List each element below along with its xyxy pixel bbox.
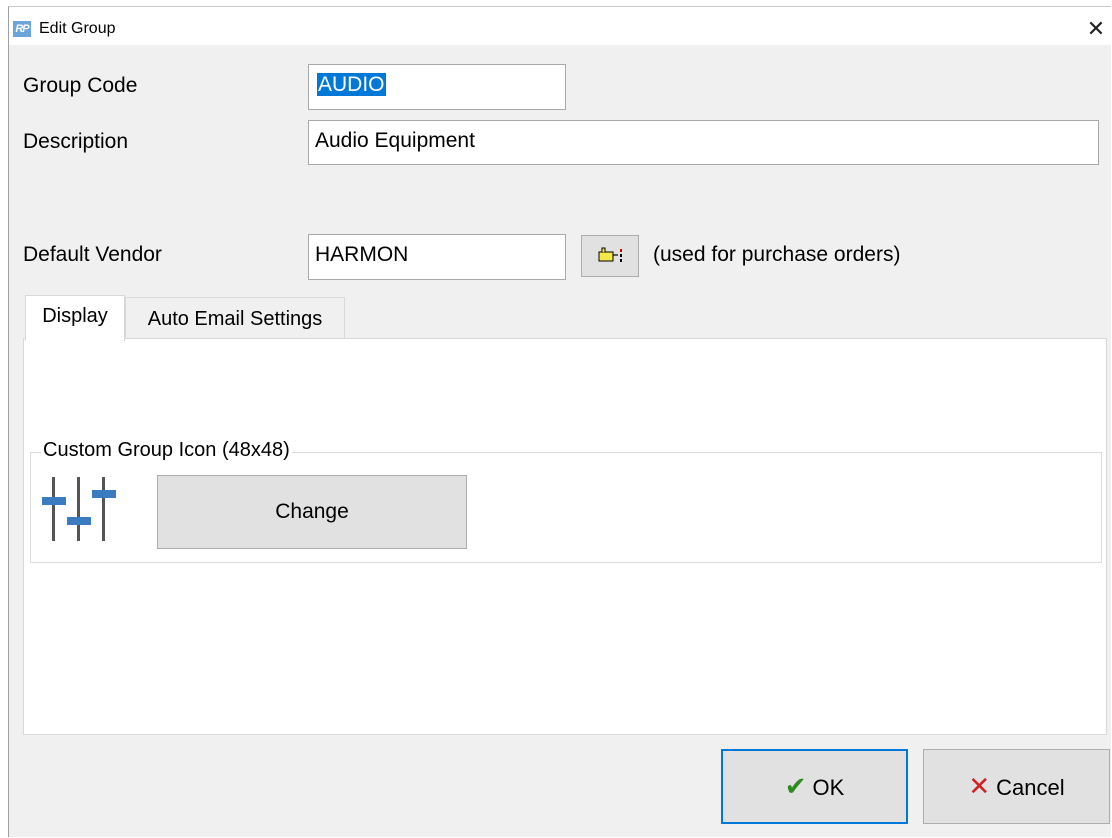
tab-display[interactable]: Display	[25, 295, 125, 341]
close-icon: ✕	[1086, 16, 1106, 41]
groupbox-label: Custom Group Icon (48x48)	[41, 439, 292, 462]
tab-auto-email-settings[interactable]: Auto Email Settings	[125, 297, 345, 339]
edit-group-dialog: RP Edit Group ✕ Group Code AUDIO Descrip…	[8, 6, 1111, 837]
default-vendor-label: Default Vendor	[23, 243, 162, 266]
hand-pointer-icon	[598, 247, 622, 262]
custom-group-icon-groupbox: Custom Group Icon (48x48) Change	[30, 439, 1102, 563]
sliders-icon	[42, 477, 116, 541]
app-logo-icon: RP	[13, 21, 31, 37]
checkmark-icon: ✔	[784, 771, 807, 801]
description-label: Description	[23, 130, 129, 153]
group-code-value: AUDIO	[317, 73, 386, 96]
vendor-hint-text: (used for purchase orders)	[653, 243, 901, 266]
window-title: Edit Group	[39, 20, 116, 37]
cancel-label: Cancel	[996, 775, 1065, 800]
group-code-input[interactable]: AUDIO	[308, 64, 566, 110]
ok-label: OK	[812, 775, 845, 800]
group-code-label: Group Code	[23, 74, 138, 97]
title-bar: RP Edit Group ✕	[9, 7, 1111, 45]
change-icon-button[interactable]: Change	[157, 475, 467, 549]
cancel-button[interactable]: ✕ Cancel	[923, 749, 1110, 824]
ok-button[interactable]: ✔ OK	[721, 749, 908, 824]
close-button[interactable]: ✕	[1081, 15, 1111, 43]
cancel-x-icon: ✕	[968, 771, 991, 801]
description-input[interactable]: Audio Equipment	[308, 120, 1099, 165]
vendor-lookup-button[interactable]	[581, 235, 639, 277]
display-tab-panel: Custom Group Icon (48x48) Change	[23, 338, 1107, 735]
default-vendor-input[interactable]: HARMON	[308, 234, 566, 280]
